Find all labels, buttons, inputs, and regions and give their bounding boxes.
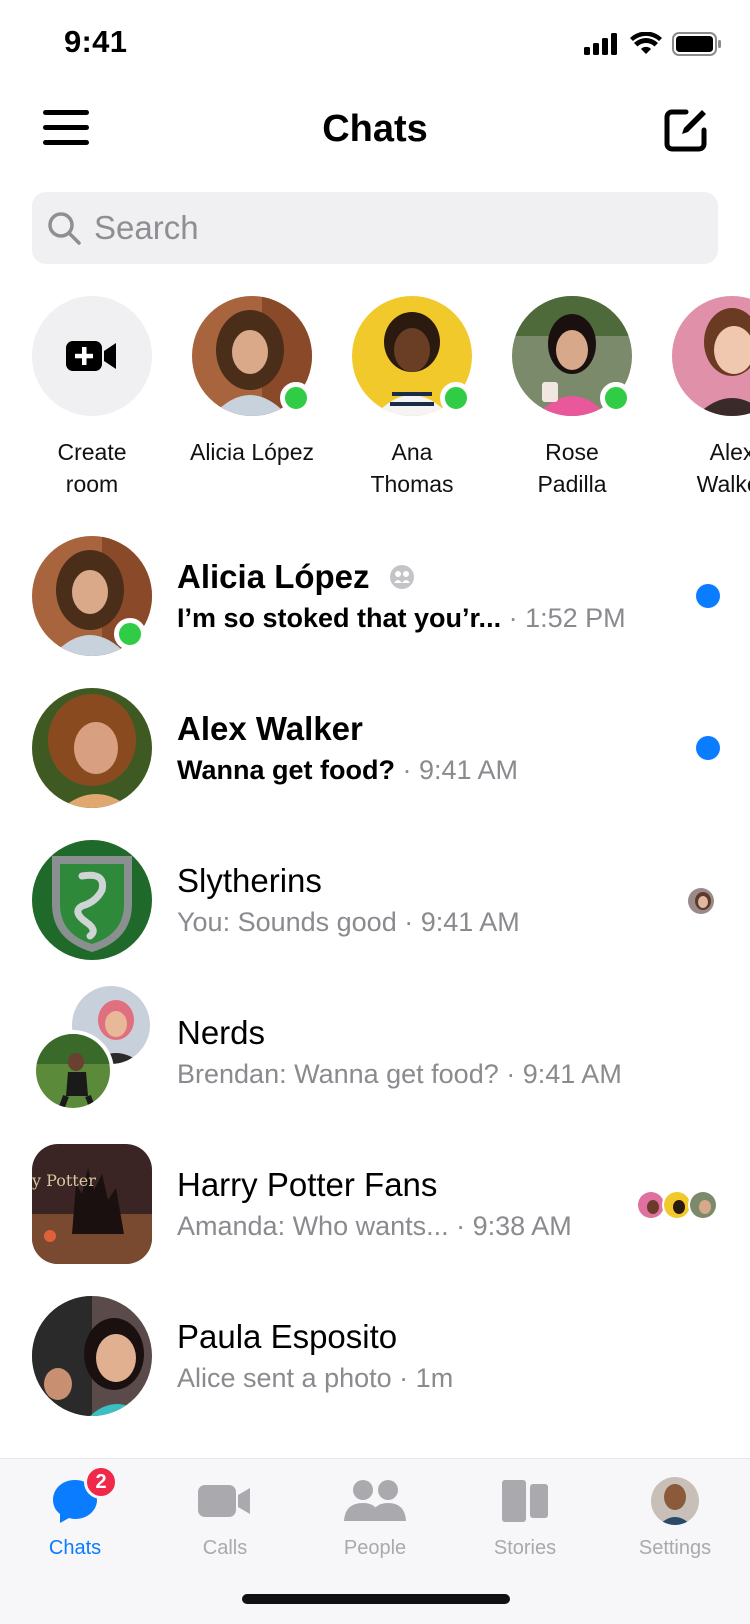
tab-label: Calls xyxy=(202,1537,248,1559)
unread-indicator xyxy=(696,736,720,760)
chat-time: 9:38 AM xyxy=(472,1211,572,1241)
avatar xyxy=(32,688,152,808)
story-alicia-lopez[interactable]: Alicia López xyxy=(172,296,332,468)
create-room-button[interactable]: Create room xyxy=(12,296,172,496)
profile-avatar-icon xyxy=(651,1477,699,1525)
story-ana-thomas[interactable]: Ana Thomas xyxy=(332,296,492,496)
unread-indicator xyxy=(696,584,720,608)
tab-label: Stories xyxy=(493,1537,557,1559)
status-time: 9:41 xyxy=(64,24,128,59)
status-icons xyxy=(584,32,722,56)
chat-row-slytherins[interactable]: Slytherins You: Sounds good · 9:41 AM xyxy=(0,836,750,988)
stories-icon xyxy=(502,1480,548,1522)
status-bar: 9:41 xyxy=(0,0,750,88)
chat-row-nerds[interactable]: Nerds Brendan: Wanna get food? · 9:41 AM xyxy=(0,986,750,1140)
chat-row-paula-esposito[interactable]: Paula Esposito Alice sent a photo · 1m xyxy=(0,1292,750,1444)
chat-time: 9:41 AM xyxy=(522,1059,622,1089)
chat-name: Alex Walker xyxy=(177,710,363,747)
chat-name: Slytherins xyxy=(177,862,322,899)
chat-name: Harry Potter Fans xyxy=(177,1166,438,1203)
story-label: Create xyxy=(57,439,127,465)
chat-message: You: Sounds good xyxy=(177,907,397,937)
compose-button[interactable] xyxy=(662,106,710,154)
tab-settings[interactable]: Settings xyxy=(600,1473,750,1560)
story-alex-walker[interactable]: Alex Walker xyxy=(652,296,750,496)
story-label: Walker xyxy=(696,471,750,496)
tab-label: People xyxy=(343,1537,407,1559)
page-title: Chats xyxy=(322,108,428,150)
story-label: Padilla xyxy=(537,471,607,496)
tab-calls[interactable]: Calls xyxy=(150,1473,300,1560)
read-receipt-avatar xyxy=(686,886,716,916)
chat-name: Nerds xyxy=(177,1014,266,1051)
online-indicator xyxy=(114,618,146,650)
chat-message: I’m so stoked that you’r... xyxy=(177,603,502,633)
unread-badge: 2 xyxy=(84,1465,118,1499)
compose-icon xyxy=(664,109,707,152)
chat-message: Alice sent a photo xyxy=(177,1363,392,1393)
wifi-icon xyxy=(630,32,662,54)
battery-icon xyxy=(672,32,721,56)
chat-time: 1:52 PM xyxy=(525,603,626,633)
search-bar[interactable] xyxy=(32,192,718,264)
online-indicator xyxy=(440,382,472,414)
search-icon xyxy=(48,212,81,245)
tab-stories[interactable]: Stories xyxy=(450,1473,600,1560)
svg-text:y Potter: y Potter xyxy=(32,1171,96,1190)
header: Chats xyxy=(0,96,750,172)
avatar xyxy=(672,296,750,416)
chat-name: Paula Esposito xyxy=(177,1318,398,1355)
people-icon xyxy=(344,1480,406,1521)
stories-row: Create room Alicia López Ana Thomas Rose… xyxy=(0,296,750,496)
tab-people[interactable]: People xyxy=(300,1473,450,1560)
chat-time: 9:41 AM xyxy=(420,907,520,937)
chat-time: 9:41 AM xyxy=(418,755,519,785)
tab-label: Settings xyxy=(638,1537,712,1559)
search-input[interactable] xyxy=(94,209,654,247)
home-indicator xyxy=(242,1594,510,1604)
story-label: Alex xyxy=(709,439,750,465)
chat-name: Alicia López xyxy=(177,558,370,595)
chat-message: Brendan: Wanna get food? xyxy=(177,1059,499,1089)
chat-row-alicia-lopez[interactable]: Alicia López I’m so stoked that you’r...… xyxy=(0,532,750,684)
chat-message: Amanda: Who wants... xyxy=(177,1211,449,1241)
chat-time: 1m xyxy=(415,1363,454,1393)
video-plus-icon xyxy=(66,341,116,371)
story-label: room xyxy=(65,471,119,496)
cellular-signal-icon xyxy=(584,33,617,55)
story-label: Thomas xyxy=(370,471,454,496)
chat-list: Alicia López I’m so stoked that you’r...… xyxy=(0,532,750,1444)
avatar xyxy=(32,840,152,960)
story-label: Ana xyxy=(391,439,433,465)
group-avatar-front xyxy=(32,1030,114,1112)
avatar xyxy=(32,1296,152,1416)
story-label: Alicia López xyxy=(189,439,315,465)
read-receipt-avatar xyxy=(688,1190,718,1220)
online-indicator xyxy=(280,382,312,414)
group-icon xyxy=(389,565,414,589)
chat-message: Wanna get food? xyxy=(177,755,395,785)
chat-row-harry-potter-fans[interactable]: y Potter Harry Potter Fans Amanda: Who w… xyxy=(0,1140,750,1292)
create-room-circle xyxy=(32,296,152,416)
video-camera-icon xyxy=(198,1485,250,1517)
chat-row-alex-walker[interactable]: Alex Walker Wanna get food? · 9:41 AM xyxy=(0,684,750,836)
story-label: Rose xyxy=(545,439,599,465)
story-rose-padilla[interactable]: Rose Padilla xyxy=(492,296,652,496)
online-indicator xyxy=(600,382,632,414)
tab-chats[interactable]: 2 Chats xyxy=(0,1465,150,1560)
tab-label: Chats xyxy=(48,1537,102,1559)
avatar: y Potter xyxy=(32,1144,152,1264)
